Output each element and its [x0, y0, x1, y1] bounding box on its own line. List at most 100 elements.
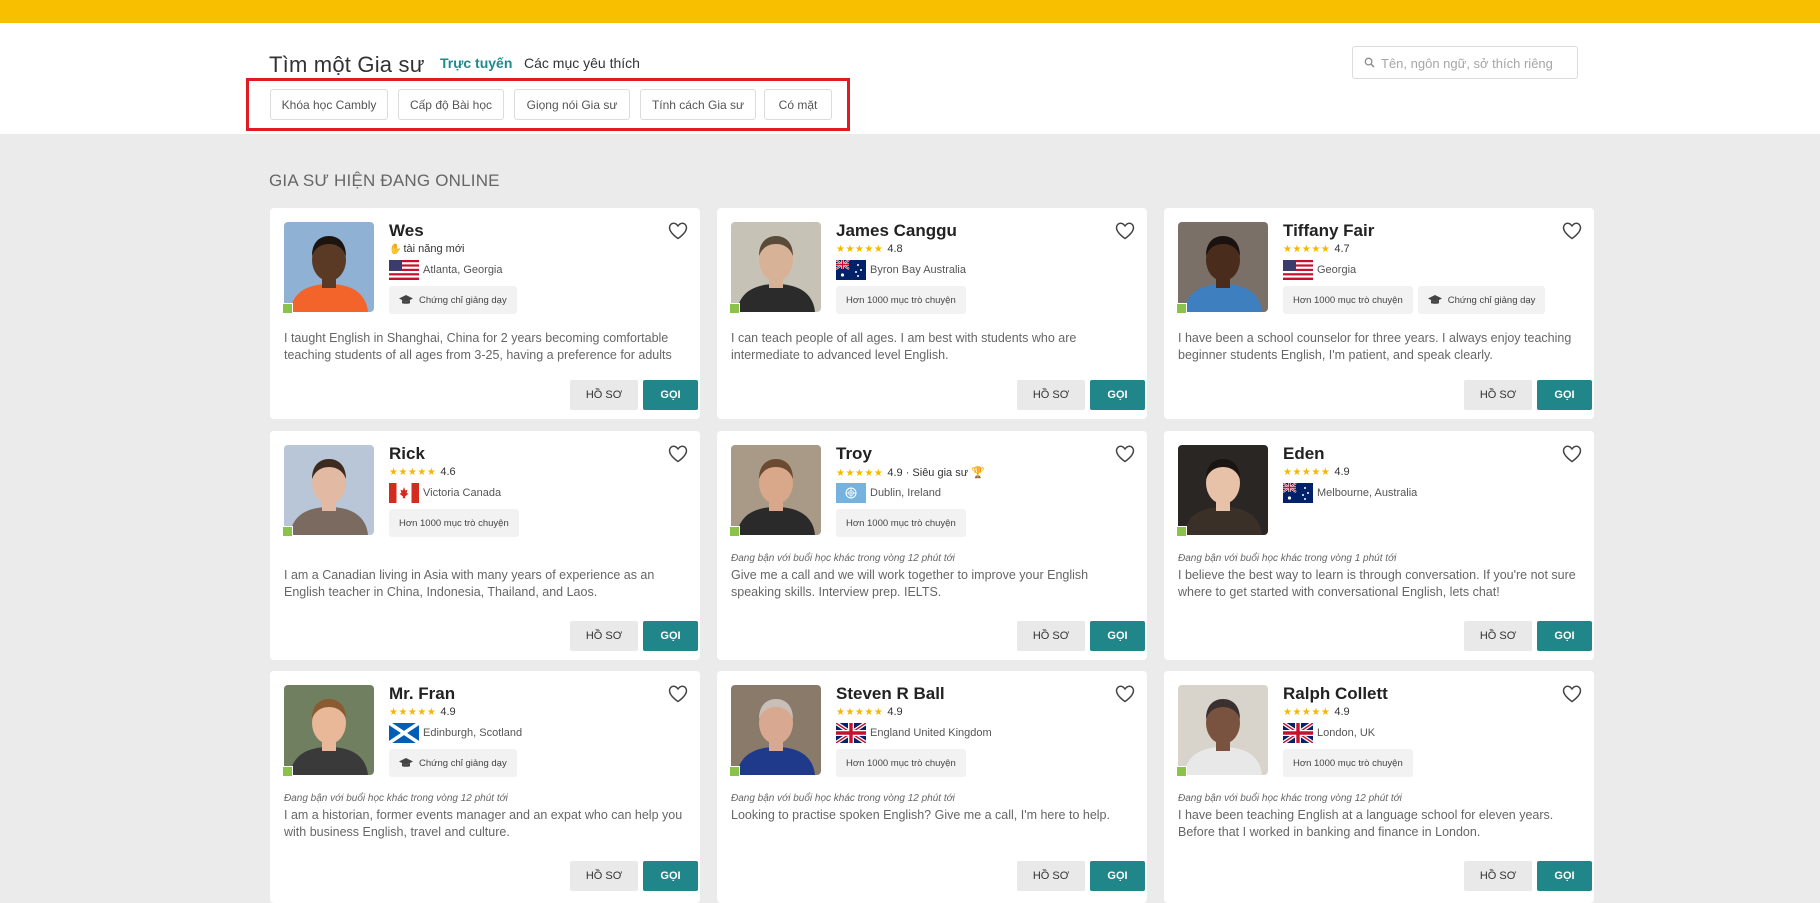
tutor-card[interactable]: Wes ✋ tài năng mới Atlanta, Georgia Chứng… [270, 208, 700, 419]
tutor-photo[interactable] [284, 445, 374, 535]
top-banner [0, 0, 1820, 23]
tutor-location: Georgia [1283, 260, 1356, 280]
tutor-rating: ★★★★★ 4.9 [389, 706, 456, 718]
rating-stars-icon: ★★★★★ [836, 468, 884, 479]
tutor-card[interactable]: James Canggu ★★★★★ 4.8 Byron Bay Australi… [717, 208, 1147, 419]
search-input[interactable] [1381, 53, 1571, 73]
tutor-name[interactable]: Tiffany Fair [1283, 221, 1374, 241]
rating-value: 4.7 [1334, 243, 1350, 255]
tutor-name[interactable]: Eden [1283, 444, 1325, 464]
call-button[interactable]: GỌI [1090, 861, 1145, 891]
tutor-name[interactable]: Rick [389, 444, 425, 464]
favorite-heart-icon[interactable] [1562, 445, 1582, 463]
tutor-name[interactable]: Steven R Ball [836, 684, 945, 704]
profile-button[interactable]: HỒ SƠ [1017, 861, 1085, 891]
filter-cambly-courses[interactable]: Khóa học Cambly [270, 89, 388, 120]
tutor-name[interactable]: Ralph Collett [1283, 684, 1388, 704]
busy-notice: Đang bận với buổi học khác trong vòng 12… [731, 793, 955, 804]
tutor-location: Edinburgh, Scotland [388, 721, 522, 745]
filter-lesson-level[interactable]: Cấp độ Bài học [398, 89, 504, 120]
filter-tutor-accent[interactable]: Giọng nói Gia sư [514, 89, 630, 120]
rating-value: 4.9 [887, 706, 903, 718]
online-status-indicator [282, 526, 293, 537]
call-button[interactable]: GỌI [1090, 621, 1145, 651]
tutor-photo[interactable] [1178, 685, 1268, 775]
favorite-heart-icon[interactable] [1562, 222, 1582, 240]
new-talent-text: tài năng mới [403, 243, 465, 255]
usa-flag-icon [389, 260, 419, 280]
tutor-card[interactable]: Eden ★★★★★ 4.9 Melbourne, Australia Đang … [1164, 431, 1594, 660]
location-text: Melbourne, Australia [1317, 487, 1418, 499]
tutor-description: I believe the best way to learn is throu… [1178, 568, 1576, 599]
filter-tutor-personality[interactable]: Tính cách Gia sư [640, 89, 756, 120]
tutor-photo[interactable] [284, 685, 374, 775]
profile-button[interactable]: HỒ SƠ [1017, 380, 1085, 410]
page-title: Tìm một Gia sư [269, 52, 425, 77]
rating-value: 4.6 [440, 466, 456, 478]
tutor-photo[interactable] [1178, 445, 1268, 535]
graduation-cap-icon [399, 295, 413, 304]
profile-button[interactable]: HỒ SƠ [570, 861, 638, 891]
tab-online[interactable]: Trực tuyến [440, 55, 512, 71]
profile-button[interactable]: HỒ SƠ [570, 621, 638, 651]
filter-availability[interactable]: Có mặt [764, 89, 832, 120]
profile-button[interactable]: HỒ SƠ [1464, 861, 1532, 891]
badge-label: Hơn 1000 mục trò chuyện [846, 294, 956, 306]
tutor-badges: Chứng chỉ giảng dạy [389, 749, 517, 777]
tutor-badges: Hơn 1000 mục trò chuyện [836, 286, 966, 314]
tutor-name[interactable]: Wes [389, 221, 424, 241]
profile-button[interactable]: HỒ SƠ [1464, 621, 1532, 651]
call-button[interactable]: GỌI [1537, 621, 1592, 651]
call-button[interactable]: GỌI [643, 861, 698, 891]
tutor-card[interactable]: Mr. Fran ★★★★★ 4.9 Edinburgh, Scotland Ch… [270, 671, 700, 903]
tutor-location: England United Kingdom [834, 721, 992, 745]
tutor-description: I am a Canadian living in Asia with many… [284, 568, 655, 599]
favorite-heart-icon[interactable] [668, 445, 688, 463]
uk-flag-icon [834, 721, 868, 745]
graduation-cap-icon [1427, 295, 1442, 304]
tutor-location: Melbourne, Australia [1282, 482, 1418, 503]
call-button[interactable]: GỌI [643, 621, 698, 651]
tutor-card[interactable]: Ralph Collett ★★★★★ 4.9 London, UK Hơn 10… [1164, 671, 1594, 903]
tutor-name[interactable]: James Canggu [836, 221, 957, 241]
favorite-heart-icon[interactable] [1115, 685, 1135, 703]
tutor-photo[interactable] [731, 685, 821, 775]
tutor-card[interactable]: Tiffany Fair ★★★★★ 4.7 Georgia Hơn 1000 m… [1164, 208, 1594, 419]
favorite-heart-icon[interactable] [1562, 685, 1582, 703]
rating-value: 4.9 [1334, 706, 1350, 718]
online-status-indicator [729, 303, 740, 314]
tutor-name[interactable]: Troy [836, 444, 872, 464]
un-flag-icon [836, 483, 866, 503]
favorite-heart-icon[interactable] [1115, 445, 1135, 463]
badge-label: Chứng chỉ giảng dạy [419, 757, 507, 769]
favorite-heart-icon[interactable] [668, 685, 688, 703]
rating-stars-icon: ★★★★★ [836, 244, 884, 255]
call-button[interactable]: GỌI [1090, 380, 1145, 410]
profile-button[interactable]: HỒ SƠ [570, 380, 638, 410]
rating-stars-icon: ★★★★★ [1283, 467, 1331, 478]
call-button[interactable]: GỌI [1537, 380, 1592, 410]
online-status-indicator [282, 303, 293, 314]
rating-stars-icon: ★★★★★ [389, 467, 437, 478]
tutor-card[interactable]: Rick ★★★★★ 4.6 Victoria Canada Hơn 1000 m… [270, 431, 700, 660]
new-talent-label: ✋ tài năng mới [389, 243, 464, 255]
conversations-badge: Hơn 1000 mục trò chuyện [836, 286, 966, 314]
favorite-heart-icon[interactable] [668, 222, 688, 240]
tab-favorites[interactable]: Các mục yêu thích [524, 55, 640, 71]
tutor-name[interactable]: Mr. Fran [389, 684, 455, 704]
tutor-card[interactable]: Troy ★★★★★ 4.9 · Siêu gia sư 🏆 Dublin, Ir… [717, 431, 1147, 660]
tutor-card[interactable]: Steven R Ball ★★★★★ 4.9 England United Ki… [717, 671, 1147, 903]
profile-button[interactable]: HỒ SƠ [1464, 380, 1532, 410]
favorite-heart-icon[interactable] [1115, 222, 1135, 240]
tutor-description: Looking to practise spoken English? Give… [731, 808, 1110, 822]
search-box[interactable] [1352, 46, 1578, 79]
tutor-photo[interactable] [731, 222, 821, 312]
call-button[interactable]: GỌI [1537, 861, 1592, 891]
tutor-description: I can teach people of all ages. I am bes… [731, 331, 1077, 362]
tutor-rating: ★★★★★ 4.9 [836, 706, 903, 718]
tutor-photo[interactable] [284, 222, 374, 312]
profile-button[interactable]: HỒ SƠ [1017, 621, 1085, 651]
call-button[interactable]: GỌI [643, 380, 698, 410]
tutor-photo[interactable] [1178, 222, 1268, 312]
tutor-photo[interactable] [731, 445, 821, 535]
